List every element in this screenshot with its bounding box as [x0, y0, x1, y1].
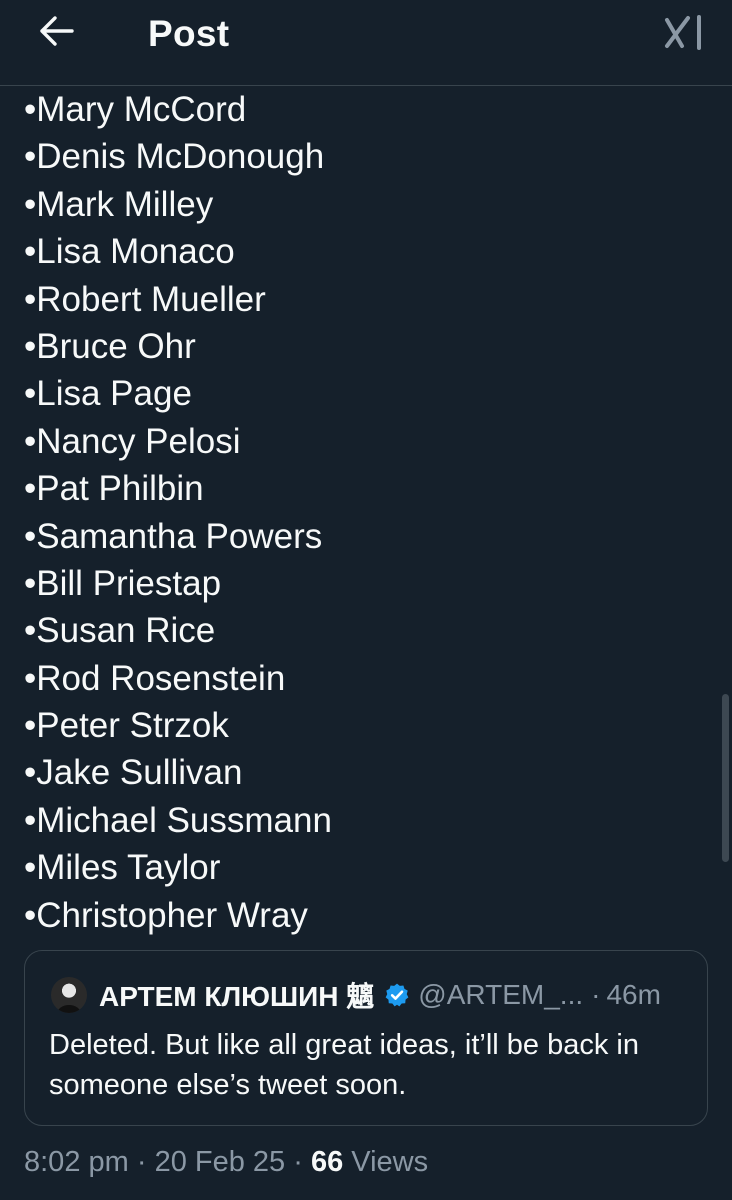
list-item: •Nancy Pelosi [24, 421, 241, 461]
page-title: Post [148, 13, 230, 54]
list-item: •Lisa Page [24, 374, 192, 414]
scrollbar-thumb[interactable] [722, 694, 729, 862]
grok-button[interactable] [656, 10, 712, 60]
quoted-post-card[interactable]: АРТЕМ КЛЮШИН 魑 @ARTEM_... · 46m Deleted.… [24, 950, 708, 1126]
separator-dot: · [591, 979, 601, 1010]
views-count: 66 [310, 1146, 344, 1178]
list-item: •Miles Taylor [24, 848, 221, 888]
list-item: •Michael Sussmann [24, 800, 332, 840]
avatar[interactable] [51, 977, 87, 1013]
list-item: •Rod Rosenstein [24, 658, 286, 698]
post-date[interactable]: 20 Feb 25 [155, 1146, 286, 1178]
list-item: •Samantha Powers [24, 516, 323, 556]
top-bar: Post [0, 0, 732, 86]
list-item: •Bruce Ohr [24, 326, 196, 366]
quoted-post-text: Deleted. But like all great ideas, it’ll… [49, 1029, 639, 1101]
separator-dot: · [128, 1146, 155, 1178]
post-time[interactable]: 8:02 pm [24, 1146, 129, 1178]
quoted-author-handle[interactable]: @ARTEM_... [418, 979, 583, 1011]
verified-badge-icon [384, 982, 410, 1008]
list-item: •Lisa Monaco [24, 232, 235, 272]
list-item: •Peter Strzok [24, 706, 229, 746]
list-item: •Mary McCord [24, 90, 247, 129]
back-button[interactable] [32, 10, 82, 56]
views-label: Views [343, 1146, 429, 1178]
quoted-post-header: АРТЕМ КЛЮШИН 魑 @ARTEM_... · 46m [51, 977, 661, 1013]
list-item: •Bill Priestap [24, 563, 222, 603]
list-item: •Robert Mueller [24, 279, 266, 319]
quoted-author-name[interactable]: АРТЕМ КЛЮШИН 魑 [99, 975, 374, 1015]
list-item: •Susan Rice [24, 611, 216, 651]
arrow-left-icon [39, 15, 75, 52]
post-body-list: •Mary McCord •Denis McDonough •Mark Mill… [24, 86, 332, 939]
list-item: •Pat Philbin [24, 469, 204, 509]
post-meta: 8:02 pm · 20 Feb 25 · 66 Views [24, 1143, 428, 1181]
list-item: •Jake Sullivan [24, 753, 243, 793]
list-item: •Christopher Wray [24, 895, 308, 935]
quoted-post-time[interactable]: 46m [606, 979, 660, 1011]
list-item: •Mark Milley [24, 184, 214, 224]
list-item: •Denis McDonough [24, 137, 325, 177]
separator-dot: · [285, 1146, 311, 1178]
grok-icon [663, 14, 705, 57]
